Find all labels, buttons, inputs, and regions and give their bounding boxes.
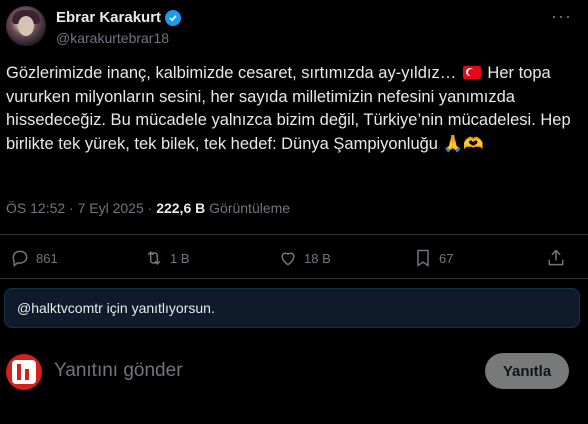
- reply-input[interactable]: Yanıtını gönder: [54, 360, 183, 382]
- action-bar: 861 1 B 18 B 67: [0, 248, 588, 272]
- replying-to-text: @halktvcomtr için yanıtlıyorsun.: [17, 300, 215, 316]
- like-button[interactable]: 18 B: [278, 248, 331, 268]
- reply-button[interactable]: 861: [10, 248, 58, 268]
- verified-badge-icon: [165, 9, 182, 26]
- views-label: Görüntüleme: [205, 200, 291, 216]
- halktv-logo: [12, 360, 36, 384]
- author-handle[interactable]: @karakurtebrar18: [56, 30, 169, 46]
- author-name[interactable]: Ebrar Karakurt: [56, 9, 161, 26]
- like-count: 18 B: [304, 250, 331, 266]
- repost-button[interactable]: 1 B: [144, 248, 190, 268]
- repost-icon: [147, 251, 161, 265]
- reply-submit-button[interactable]: Yanıtla: [485, 353, 569, 389]
- tweet-text-part-1: Gözlerimizde inanç, kalbimizde cesaret, …: [6, 64, 457, 82]
- bookmark-button[interactable]: 67: [413, 248, 453, 268]
- replying-to-banner[interactable]: @halktvcomtr için yanıtlıyorsun.: [4, 288, 580, 328]
- divider-top: [0, 234, 588, 235]
- avatar-face: [18, 16, 34, 36]
- tweet-time[interactable]: ÖS 12:52 · 7 Eyl 2025 ·: [6, 200, 156, 216]
- reply-icon: [12, 250, 28, 267]
- author-name-row[interactable]: Ebrar Karakurt: [56, 9, 182, 26]
- tweet-emoji-end: 🙏🫶: [442, 134, 484, 153]
- tweet-meta: ÖS 12:52 · 7 Eyl 2025 · 222,6 B Görüntül…: [6, 200, 290, 216]
- divider-bottom: [0, 278, 588, 279]
- bookmark-icon: [417, 249, 429, 267]
- like-icon: [281, 252, 295, 266]
- tweet-text: Gözlerimizde inanç, kalbimizde cesaret, …: [6, 62, 576, 156]
- views-count: 222,6 B: [156, 200, 206, 216]
- reply-count: 861: [36, 250, 58, 266]
- share-button[interactable]: [546, 248, 566, 268]
- share-icon: [548, 249, 564, 266]
- repost-count: 1 B: [170, 250, 190, 266]
- more-icon[interactable]: ···: [551, 6, 572, 27]
- author-avatar[interactable]: [6, 6, 46, 46]
- turkish-flag-icon: [462, 66, 481, 79]
- bookmark-count: 67: [439, 250, 454, 266]
- composer-avatar[interactable]: [6, 354, 42, 390]
